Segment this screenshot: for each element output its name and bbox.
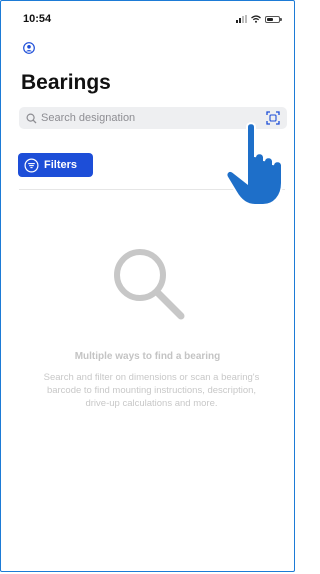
battery-level xyxy=(267,17,274,21)
phone-screen: 10:54 Bearings Search designation Filter… xyxy=(0,0,295,572)
magnifier-icon xyxy=(26,112,37,123)
signal-icon xyxy=(236,15,247,23)
magnifier-icon xyxy=(114,249,185,320)
status-icons xyxy=(236,15,282,23)
status-time: 10:54 xyxy=(23,13,52,25)
tap-hand-icon xyxy=(225,122,283,206)
page-title: Bearings xyxy=(21,71,111,94)
status-bar: 10:54 xyxy=(23,11,282,27)
empty-state-description: Search and filter on dimensions or scan … xyxy=(43,372,260,409)
filters-button[interactable]: Filters xyxy=(18,153,93,177)
filter-icon xyxy=(24,157,39,173)
battery-icon xyxy=(265,15,282,23)
filters-label: Filters xyxy=(44,159,78,171)
empty-state-title: Multiple ways to find a bearing xyxy=(74,351,221,362)
wifi-icon xyxy=(251,15,261,23)
person-circle-icon[interactable] xyxy=(23,42,35,54)
search-input[interactable] xyxy=(41,112,241,124)
